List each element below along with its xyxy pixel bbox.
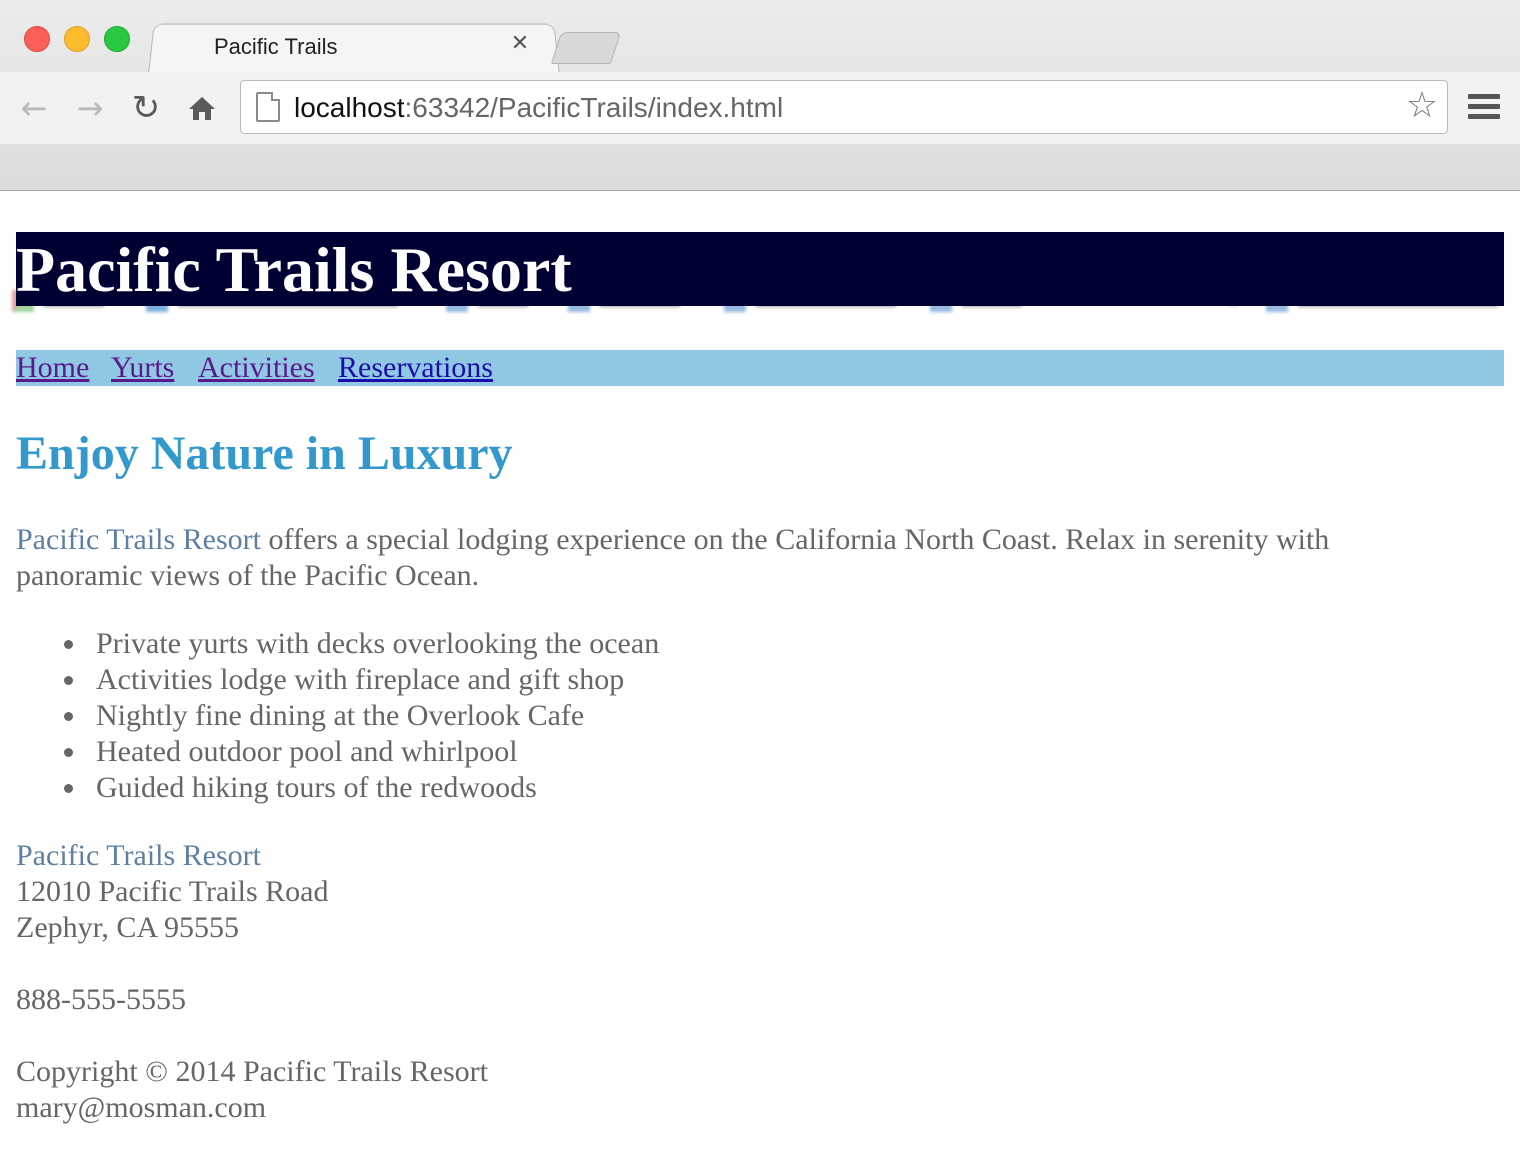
page-heading: Enjoy Nature in Luxury [16,427,513,480]
contact-street: 12010 Pacific Trails Road [16,875,329,908]
list-item: Activities lodge with fireplace and gift… [16,662,659,698]
bookmarks-bar [0,140,1520,312]
list-item: Private yurts with decks overlooking the… [16,626,659,662]
zoom-window-button[interactable] [104,26,130,52]
page-icon [256,92,280,122]
nav-link-home[interactable]: Home [16,350,89,386]
star-icon[interactable]: ☆ [1402,86,1442,126]
tab-pacific-trails[interactable] [148,23,560,76]
browser-chrome: Pacific Trails ✕ ← → ↻ localhost:63342/P… [0,0,1520,312]
minimize-window-button[interactable] [64,26,90,52]
nav-link-reservations[interactable]: Reservations [338,350,493,386]
new-tab-button[interactable] [550,32,622,64]
url-path: :63342/PacificTrails/index.html [404,92,784,123]
url-host: localhost [294,92,405,123]
nav-link-activities[interactable]: Activities [198,350,315,386]
copyright-text: Copyright © 2014 Pacific Trails Resort [16,1055,488,1088]
reload-icon[interactable]: ↻ [126,88,166,128]
features-list: Private yurts with decks overlooking the… [16,626,659,806]
url-text[interactable]: localhost:63342/PacificTrails/index.html [294,92,783,124]
intro-paragraph: Pacific Trails Resort offers a special l… [16,522,1456,594]
site-title: Pacific Trails Resort [16,234,572,305]
resort-name: Pacific Trails Resort [16,523,261,556]
forward-arrow-icon[interactable]: → [70,88,110,128]
list-item: Guided hiking tours of the redwoods [16,770,659,806]
contact-info: Pacific Trails Resort 12010 Pacific Trai… [16,838,329,1018]
site-footer: Copyright © 2014 Pacific Trails Resort m… [16,1054,488,1126]
site-header: Pacific Trails Resort [16,232,1504,306]
contact-city: Zephyr, CA 95555 [16,911,239,944]
list-item: Heated outdoor pool and whirlpool [16,734,659,770]
close-window-button[interactable] [24,26,50,52]
contact-resort-name: Pacific Trails Resort [16,839,261,872]
back-arrow-icon[interactable]: ← [14,88,54,128]
hamburger-menu-icon[interactable] [1468,94,1500,120]
nav-link-yurts[interactable]: Yurts [111,350,174,386]
footer-email: mary@mosman.com [16,1091,267,1124]
list-item: Nightly fine dining at the Overlook Cafe [16,698,659,734]
site-nav: Home Yurts Activities Reservations [16,350,1504,386]
tab-close-icon[interactable]: ✕ [508,32,532,56]
home-icon[interactable] [182,88,222,128]
tab-title: Pacific Trails [214,34,338,59]
contact-phone: 888-555-5555 [16,983,186,1016]
